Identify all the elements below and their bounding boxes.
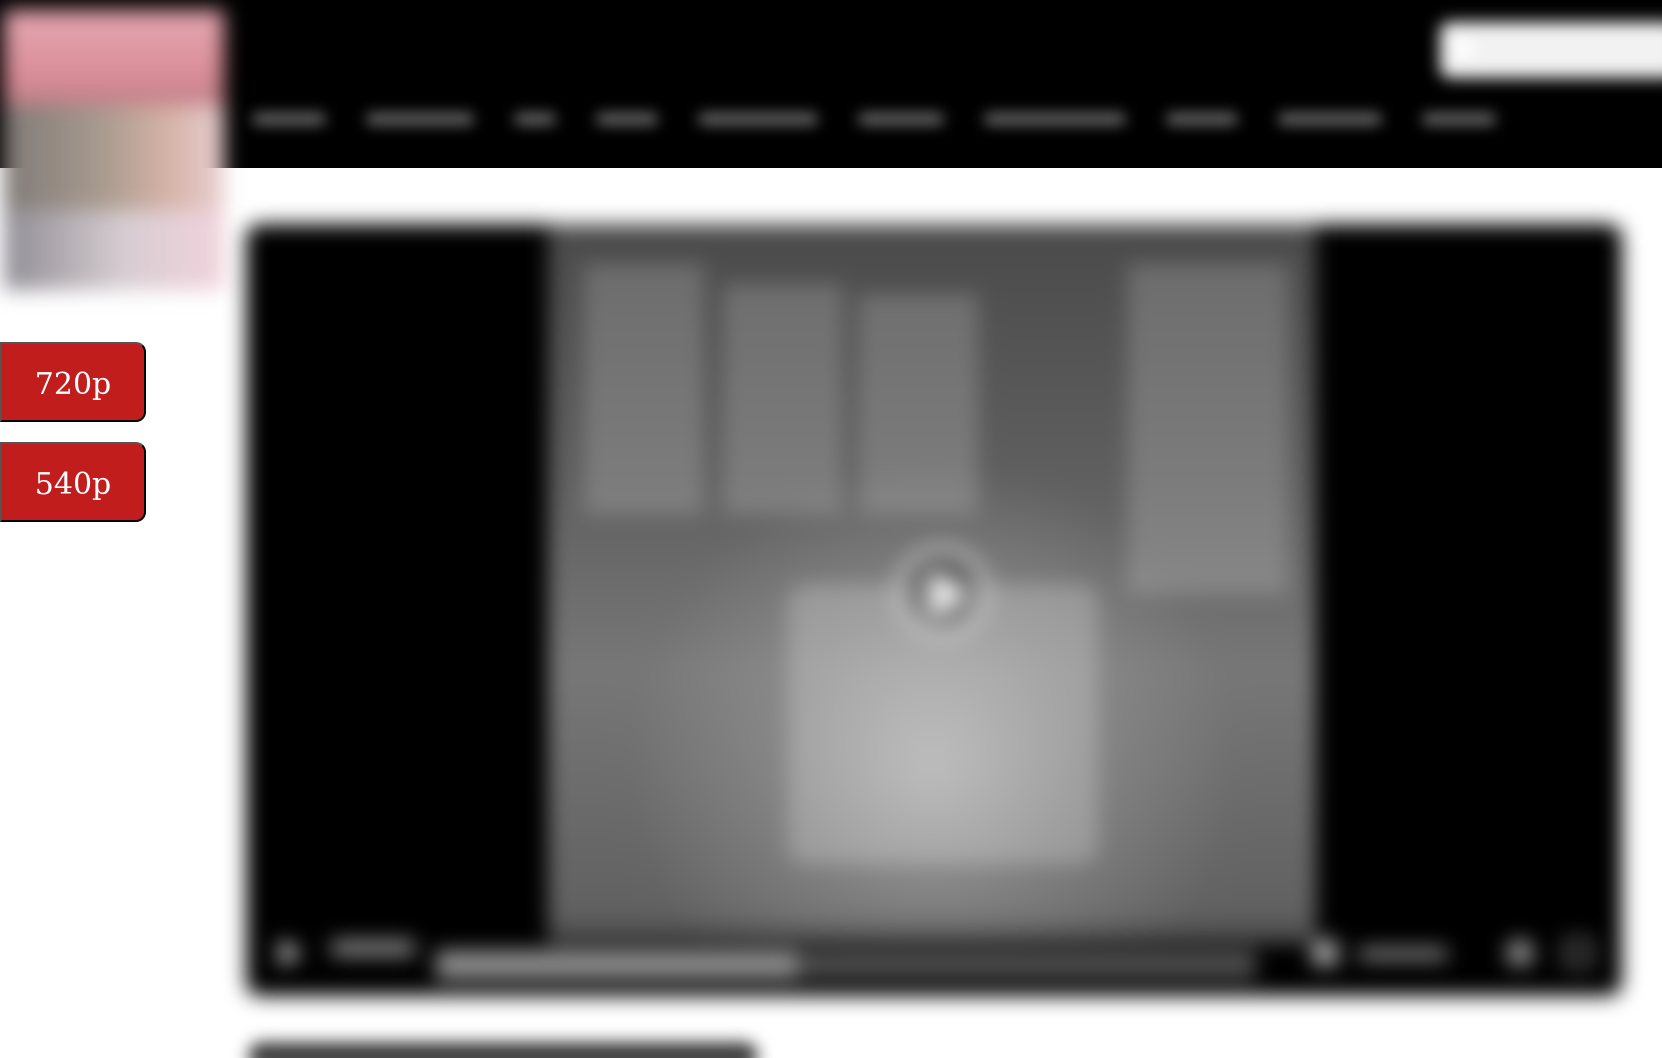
nav-item[interactable]	[514, 113, 556, 125]
quality-720p-button[interactable]: 720p	[0, 342, 146, 422]
player-controls	[246, 914, 1622, 996]
fullscreen-icon[interactable]	[1564, 939, 1592, 967]
video-frame-detail	[584, 264, 704, 514]
nav-item[interactable]	[1422, 113, 1496, 125]
top-navigation-bar	[0, 0, 1662, 168]
channel-avatar[interactable]	[4, 10, 224, 290]
progress-fill	[436, 950, 797, 980]
play-icon[interactable]	[280, 939, 302, 967]
nav-item[interactable]	[252, 113, 326, 125]
nav-item[interactable]	[596, 113, 658, 125]
video-title	[248, 1042, 758, 1058]
main-navigation	[252, 102, 1662, 136]
search-icon	[1452, 38, 1474, 60]
avatar-image-part	[4, 10, 224, 120]
nav-item[interactable]	[1278, 113, 1382, 125]
progress-bar[interactable]	[436, 950, 1256, 980]
avatar-image-part	[4, 105, 224, 225]
volume-icon[interactable]	[1312, 940, 1338, 966]
nav-item[interactable]	[858, 113, 944, 125]
nav-item[interactable]	[984, 113, 1126, 125]
quality-540p-button[interactable]: 540p	[0, 442, 146, 522]
settings-icon[interactable]	[1506, 939, 1534, 967]
nav-item[interactable]	[1166, 113, 1238, 125]
video-player[interactable]	[246, 224, 1622, 996]
play-icon	[931, 570, 967, 618]
nav-item[interactable]	[366, 113, 474, 125]
site-title[interactable]	[252, 18, 452, 78]
nav-item[interactable]	[698, 113, 818, 125]
search-box[interactable]	[1440, 22, 1662, 78]
video-frame-detail	[858, 294, 978, 514]
volume-slider[interactable]	[1358, 948, 1448, 960]
current-time	[330, 940, 416, 956]
video-frame-detail	[1128, 264, 1288, 594]
page: 720p 540p	[0, 0, 1662, 1058]
video-frame-detail	[723, 284, 843, 514]
avatar-image-part	[4, 210, 224, 290]
